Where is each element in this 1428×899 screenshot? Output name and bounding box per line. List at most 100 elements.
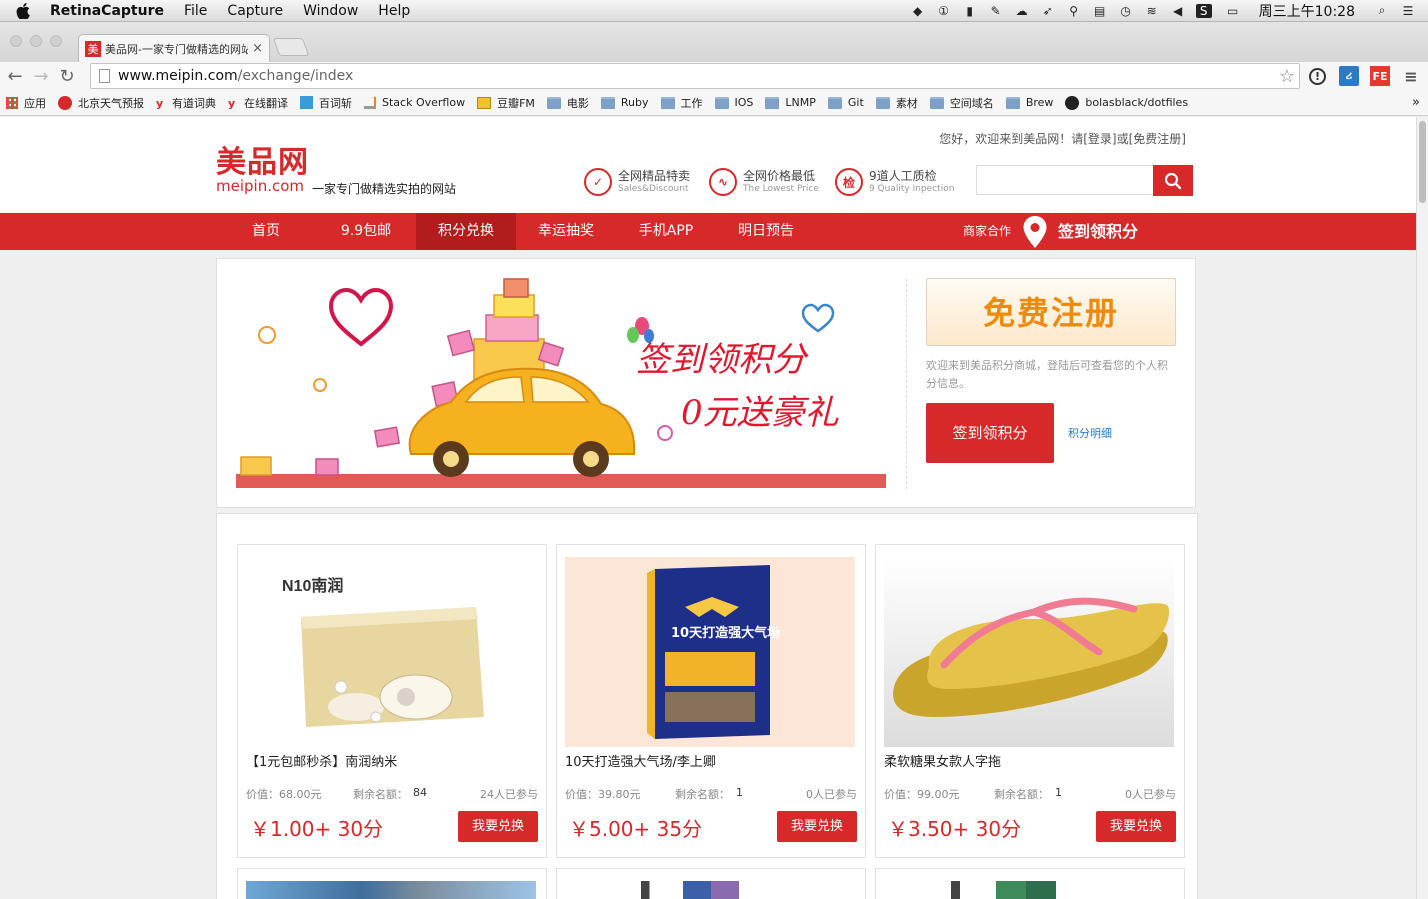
tab-close-icon[interactable]: × <box>252 41 263 56</box>
bookmark-folder-ruby[interactable]: Ruby <box>600 96 649 109</box>
bookmark-icon[interactable]: ▮ <box>962 4 978 18</box>
page-scrollbar[interactable] <box>1416 117 1428 899</box>
exchange-button[interactable]: 我要兑换 <box>777 811 857 842</box>
product-card-partial[interactable] <box>237 868 547 899</box>
menubar-clock[interactable]: 周三上午10:28 <box>1259 1 1355 21</box>
site-search-input[interactable] <box>976 165 1154 195</box>
site-logo[interactable]: 美品网 meipin.com <box>216 147 309 194</box>
minimize-window-button[interactable] <box>30 35 42 47</box>
nav-mobile-app[interactable]: 手机APP <box>616 213 716 250</box>
bookmark-folder-movies[interactable]: 电影 <box>546 95 589 111</box>
register-link[interactable]: [免费注册] <box>1129 132 1186 146</box>
nav-99-free-shipping[interactable]: 9.9包邮 <box>316 213 416 250</box>
battery-icon[interactable]: ▭ <box>1222 4 1244 18</box>
bookmark-folder-domains[interactable]: 空间域名 <box>929 95 994 111</box>
signin-banner-box: 签到领积分 0元送豪礼 免费注册 欢迎来到美品积分商城，登陆后可查看您的个人积分… <box>216 258 1196 508</box>
product-card[interactable]: 10天打造强大气场 10天打造强大气场/李上卿 价值：39.80元 剩余名额： … <box>556 544 866 858</box>
exchange-button[interactable]: 我要兑换 <box>458 811 538 842</box>
bookmark-star-icon[interactable]: ☆ <box>1279 66 1295 87</box>
check-icon: 检 <box>835 168 863 196</box>
bookmarks-overflow-icon[interactable]: » <box>1412 95 1420 110</box>
fe-extension-icon[interactable]: FE <box>1370 66 1390 86</box>
nav-points-exchange[interactable]: 积分兑换 <box>416 213 516 250</box>
lamp-icon[interactable]: ⚲ <box>1066 4 1082 18</box>
menu-help[interactable]: Help <box>378 3 410 19</box>
bookmark-folder-lnmp[interactable]: LNMP <box>765 96 816 109</box>
product-image[interactable] <box>627 881 767 899</box>
close-window-button[interactable] <box>10 35 22 47</box>
free-register-button[interactable]: 免费注册 <box>926 278 1176 346</box>
s-app-icon[interactable]: S <box>1195 3 1212 18</box>
bookmark-stackoverflow[interactable]: Stack Overflow <box>364 96 465 109</box>
accessibility-extension-icon[interactable]: ሪ <box>1339 66 1359 86</box>
product-name[interactable]: 柔软糖果女款人字拖 <box>884 751 1001 770</box>
bookmark-folder-assets[interactable]: 素材 <box>875 95 918 111</box>
apple-icon[interactable] <box>14 2 32 20</box>
scrollbar-thumb[interactable] <box>1419 121 1426 203</box>
bookmark-dotfiles[interactable]: bolasblack/dotfiles <box>1065 95 1188 110</box>
dropbox-icon[interactable]: ◆ <box>910 4 926 18</box>
page-icon <box>300 96 313 109</box>
spotlight-icon[interactable]: ⌕ <box>1374 3 1390 18</box>
feature-subtitle: 9 Quality Inpection <box>869 184 955 194</box>
forward-icon[interactable]: → <box>28 63 54 89</box>
bookmark-weather[interactable]: 北京天气预报 <box>58 95 144 111</box>
bookmark-label: 北京天气预报 <box>78 96 144 110</box>
product-name[interactable]: 【1元包邮秒杀】南润纳米 <box>246 751 397 770</box>
login-link[interactable]: [登录] <box>1083 132 1116 146</box>
bookmark-folder-brew[interactable]: Brew <box>1005 96 1053 109</box>
remaining-count: 1 <box>736 786 743 799</box>
onepassword-icon[interactable]: ① <box>936 4 952 18</box>
product-price: ￥5.00+ 35分 <box>569 817 703 841</box>
nav-signin[interactable]: 签到领积分 <box>1058 213 1138 250</box>
site-search-button[interactable] <box>1153 165 1193 196</box>
product-value: 价值：68.00元 <box>246 788 322 801</box>
bookmark-apps[interactable]: 应用 <box>6 95 46 111</box>
product-card-partial[interactable] <box>875 868 1185 899</box>
cloud-icon[interactable]: ☁ <box>1014 4 1030 18</box>
points-detail-link[interactable]: 积分明细 <box>1068 425 1112 441</box>
bookmark-doubanfm[interactable]: 豆瓣FM <box>477 95 535 111</box>
onepassword-extension-icon[interactable]: ! <box>1309 68 1326 85</box>
product-card[interactable]: 柔软糖果女款人字拖 价值：99.00元 剩余名额： 1 0人已参与 ￥3.50+… <box>875 544 1185 858</box>
chrome-menu-icon[interactable]: ≡ <box>1401 66 1421 86</box>
nav-partnership[interactable]: 商家合作 <box>963 213 1011 250</box>
notification-center-icon[interactable]: ☰ <box>1400 4 1416 18</box>
nav-tomorrow-preview[interactable]: 明日预告 <box>716 213 816 250</box>
volume-icon[interactable]: ◀ <box>1170 4 1186 18</box>
bookmark-folder-ios[interactable]: IOS <box>714 96 753 109</box>
new-tab-button[interactable] <box>272 38 310 56</box>
time-machine-icon[interactable]: ◷ <box>1118 4 1134 18</box>
address-bar[interactable]: www.meipin.com/exchange/index ☆ <box>90 63 1300 89</box>
nav-home[interactable]: 首页 <box>216 213 316 250</box>
menu-file[interactable]: File <box>184 3 207 19</box>
product-image[interactable]: 10天打造强大气场 <box>565 557 855 747</box>
exchange-button[interactable]: 我要兑换 <box>1096 811 1176 842</box>
product-card-partial[interactable] <box>556 868 866 899</box>
nav-lucky-draw[interactable]: 幸运抽奖 <box>516 213 616 250</box>
evernote-icon[interactable]: ✎ <box>988 4 1004 18</box>
back-icon[interactable]: ← <box>2 63 28 89</box>
bookmark-translate[interactable]: y 在线翻译 <box>228 95 288 111</box>
bookmark-folder-git[interactable]: Git <box>827 96 864 109</box>
battery-meter-icon[interactable]: ▤ <box>1092 4 1108 18</box>
bookmark-folder-work[interactable]: 工作 <box>660 95 703 111</box>
product-image[interactable] <box>246 881 536 899</box>
zoom-window-button[interactable] <box>50 35 62 47</box>
product-image[interactable] <box>936 881 1086 899</box>
menu-capture[interactable]: Capture <box>227 3 283 19</box>
menu-window[interactable]: Window <box>303 3 358 19</box>
bookmarks-bar: 应用 北京天气预报 y 有道词典 y 在线翻译 百词斩 Stack Overfl… <box>0 90 1428 116</box>
signin-points-button[interactable]: 签到领积分 <box>926 403 1054 463</box>
product-image[interactable] <box>884 557 1174 747</box>
bookmark-baicizhan[interactable]: 百词斩 <box>300 95 352 111</box>
wifi-icon[interactable]: ≋ <box>1144 4 1160 18</box>
product-image[interactable]: N10南润 <box>246 557 536 747</box>
app-name[interactable]: RetinaCapture <box>50 3 164 19</box>
product-name[interactable]: 10天打造强大气场/李上卿 <box>565 751 716 770</box>
reload-icon[interactable]: ↻ <box>54 63 80 89</box>
product-card[interactable]: N10南润 【1元包邮秒杀】南润纳米 价值：68.00元 剩余名额： 84 24… <box>237 544 547 858</box>
rocket-icon[interactable]: ➶ <box>1040 4 1056 18</box>
browser-tab[interactable]: 美 美品网-一家专门做精选的网站 × <box>78 34 270 62</box>
bookmark-youdao[interactable]: y 有道词典 <box>156 95 216 111</box>
